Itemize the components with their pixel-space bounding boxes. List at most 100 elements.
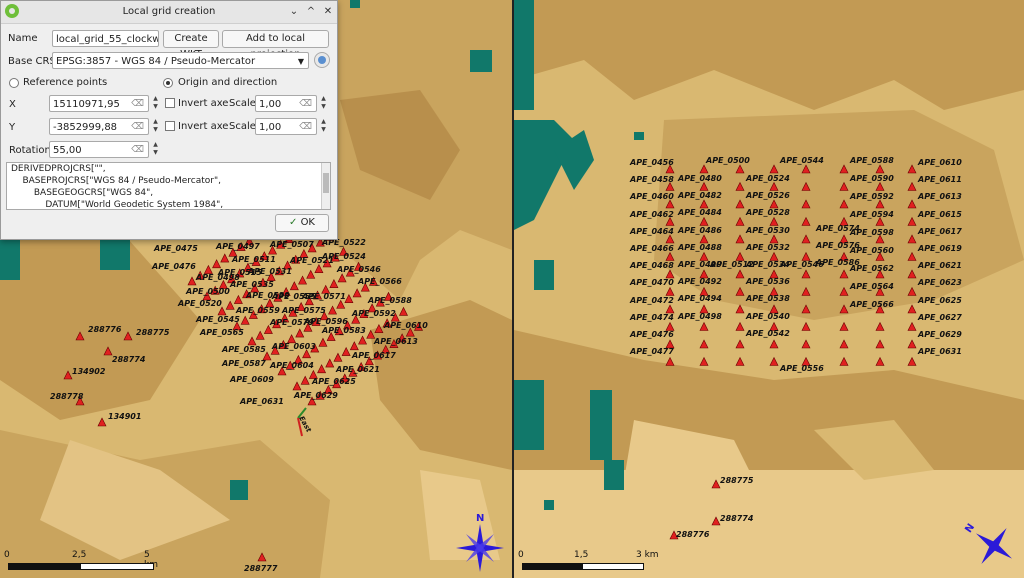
menu-chevron-icon[interactable]: ⌄ (287, 5, 301, 19)
grid-point-label: APE_0610 (918, 158, 962, 167)
grid-point-label: APE_0472 (630, 295, 674, 305)
grid-point-label: APE_0585 (222, 345, 266, 354)
grid-point-label: APE_0500 (706, 156, 750, 165)
clear-icon[interactable]: ⌫ (131, 122, 144, 132)
grid-point-marker (907, 251, 917, 261)
grid-point-label: APE_0511 (232, 255, 276, 264)
reference-points-radio[interactable] (9, 78, 19, 88)
clear-icon[interactable]: ⌫ (299, 99, 312, 109)
grid-point-marker (212, 259, 222, 269)
grid-point-marker (801, 164, 811, 174)
scale-y-value: 1,00 (259, 122, 282, 133)
grid-point-marker (769, 339, 779, 349)
reference-points-label: Reference points (23, 77, 108, 88)
maximize-icon[interactable]: ^ (304, 5, 318, 19)
grid-point-marker (341, 346, 351, 356)
grid-point-marker (907, 304, 917, 314)
invert-axe-x-checkbox[interactable] (165, 98, 175, 108)
grid-point-marker (769, 181, 779, 191)
grid-point-marker (289, 281, 299, 291)
grid-point-marker (300, 375, 310, 385)
grid-point-label: APE_0494 (678, 294, 722, 304)
grid-point-marker (665, 251, 675, 261)
grid-point-marker (801, 321, 811, 331)
grid-point-marker (352, 288, 362, 298)
grid-point-marker (875, 356, 885, 366)
grid-point-marker (801, 304, 811, 314)
grid-point-label: APE_0477 (630, 347, 674, 357)
grid-point-marker (225, 300, 235, 310)
grid-point-label: APE_0486 (678, 225, 722, 235)
y-input[interactable]: -3852999,88 ⌫ (49, 118, 149, 135)
add-to-local-projection-button[interactable]: Add to local projection (222, 30, 329, 60)
y-label: Y (9, 122, 16, 133)
grid-point-label: APE_0475 (154, 244, 198, 253)
grid-point-marker (349, 341, 359, 351)
grid-point-label: APE_0609 (230, 375, 274, 384)
y-spinner[interactable]: ▲ ▼ (151, 118, 160, 135)
invert-axe-y-checkbox[interactable] (165, 121, 175, 131)
local-grid-dialog: Local grid creation ⌄ ^ ✕ Name local_gri… (0, 0, 338, 240)
x-label: X (9, 99, 16, 110)
control-point-marker (75, 331, 85, 341)
origin-direction-label: Origin and direction (178, 77, 278, 88)
scale-x-value: 1,00 (259, 99, 282, 110)
grid-point-label: APE_0544 (780, 156, 824, 165)
grid-point-label: APE_0535 (230, 280, 274, 289)
grid-point-marker (295, 328, 305, 338)
grid-point-marker (907, 269, 917, 279)
grid-point-marker (374, 323, 384, 333)
x-input[interactable]: 15110971,95 ⌫ (49, 95, 149, 112)
create-wkt-button[interactable]: Create WKT (163, 30, 219, 60)
grid-point-label: APE_0613 (918, 192, 962, 202)
grid-point-marker (907, 234, 917, 244)
base-crs-select[interactable]: EPSG:3857 - WGS 84 / Pseudo-Mercator ▼ (52, 52, 309, 69)
control-point-marker (711, 479, 721, 489)
scale-y-spinner[interactable]: ▲ ▼ (319, 118, 328, 135)
x-spinner[interactable]: ▲ ▼ (151, 95, 160, 112)
grid-point-marker (769, 199, 779, 209)
clear-icon[interactable]: ⌫ (131, 99, 144, 109)
grid-point-marker (699, 321, 709, 331)
grid-point-marker (735, 304, 745, 314)
scale-x-input[interactable]: 1,00 ⌫ (255, 95, 317, 112)
grid-point-marker (801, 269, 811, 279)
rotation-spinner[interactable]: ▲ ▼ (151, 141, 160, 158)
grid-point-label: APE_0583 (322, 326, 366, 335)
grid-point-label: APE_0592 (352, 309, 396, 318)
grid-point-label: APE_0603 (272, 342, 316, 351)
grid-point-label: APE_0466 (630, 244, 674, 253)
grid-point-label: APE_0566 (358, 277, 402, 286)
grid-point-label: APE_0588 (850, 156, 894, 165)
close-icon[interactable]: ✕ (321, 5, 335, 19)
clear-icon[interactable]: ⌫ (299, 122, 312, 132)
grid-point-label: APE_0560 (850, 246, 894, 255)
scale-y-input[interactable]: 1,00 ⌫ (255, 118, 317, 135)
check-icon: ✓ (288, 217, 298, 228)
grid-point-label: APE_0526 (746, 191, 790, 201)
map-canvas-right[interactable]: APE_0456 APE_0458 APE_0460 APE_0462 APE_0464… (514, 0, 1024, 578)
scale-x-spinner[interactable]: ▲ ▼ (319, 95, 328, 112)
grid-point-marker (735, 199, 745, 209)
wkt-textarea[interactable]: DERIVEDPROJCRS["", BASEPROJCRS["WGS 84 /… (6, 162, 331, 210)
ok-button[interactable]: ✓ OK (275, 214, 329, 232)
grid-point-marker (317, 364, 327, 374)
grid-point-marker (735, 339, 745, 349)
grid-point-marker (769, 164, 779, 174)
name-input[interactable]: local_grid_55_clockwise (52, 30, 159, 47)
grid-point-label: APE_0610 (384, 321, 428, 330)
dialog-titlebar[interactable]: Local grid creation ⌄ ^ ✕ (1, 1, 337, 24)
grid-point-label: APE_0575 (282, 306, 326, 315)
origin-direction-radio[interactable] (163, 78, 173, 88)
crs-selector-globe-icon[interactable] (314, 52, 330, 68)
clear-icon[interactable]: ⌫ (131, 145, 144, 155)
grid-point-label: APE_0629 (294, 391, 338, 400)
rotation-input[interactable]: 55,00 ⌫ (49, 141, 149, 158)
wkt-line: DERIVEDPROJCRS["", (11, 164, 106, 174)
grid-point-label: APE_0594 (850, 210, 894, 219)
scale-y-label: Scale (229, 121, 256, 132)
y-value: -3852999,88 (53, 122, 118, 133)
grid-point-label: APE_0623 (918, 278, 962, 288)
wkt-line: BASEPROJCRS["WGS 84 / Pseudo-Mercator", (11, 176, 221, 186)
wkt-scrollbar[interactable] (321, 163, 330, 209)
